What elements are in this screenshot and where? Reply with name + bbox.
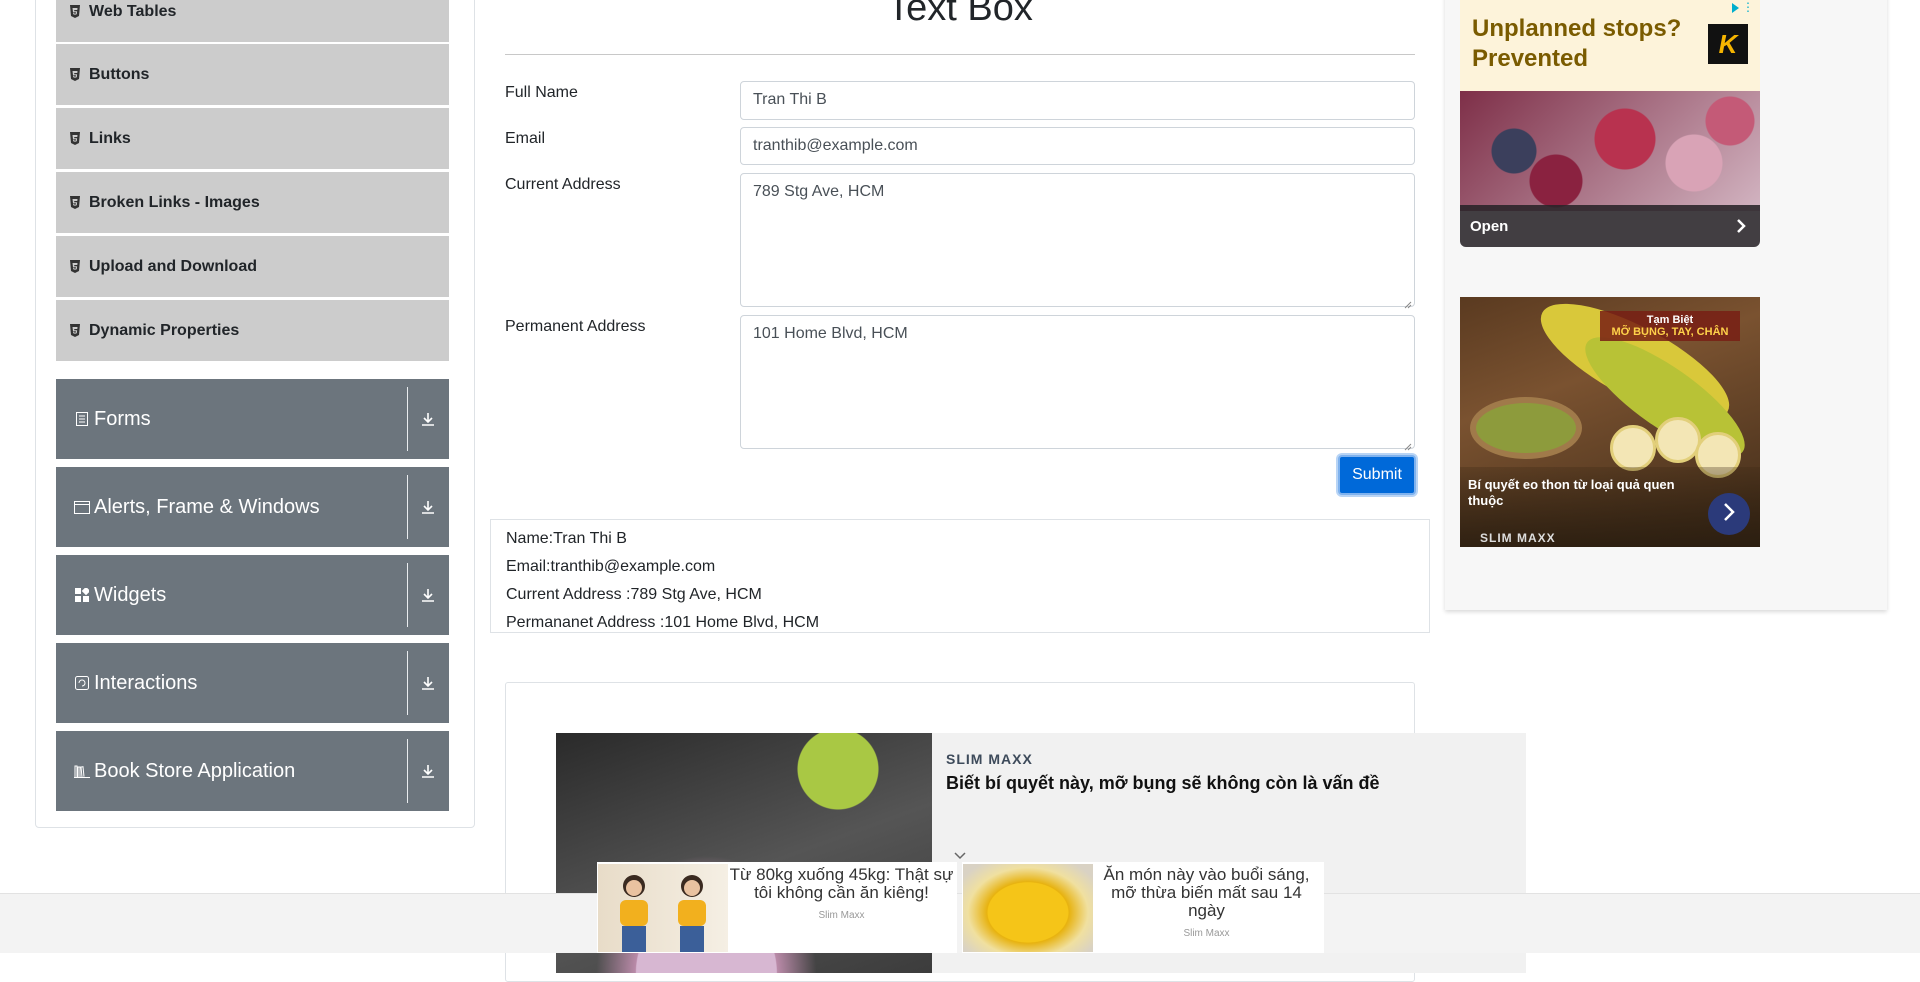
group-label: Widgets <box>94 583 167 606</box>
sidebar-item-label: Dynamic Properties <box>89 321 240 339</box>
download-icon[interactable] <box>418 497 438 517</box>
group-divider <box>407 651 408 715</box>
resize-handle-icon[interactable] <box>1404 296 1412 309</box>
more-options-icon[interactable]: ⋮ <box>1742 1 1754 13</box>
sidebar-group-interactions[interactable]: Interactions <box>56 643 449 723</box>
ad-image-corn <box>963 864 1093 952</box>
sidebar-item-broken-links[interactable]: Broken Links - Images <box>56 172 449 233</box>
group-divider <box>407 563 408 627</box>
sidebar-item-label: Broken Links - Images <box>89 193 260 211</box>
current-address-label: Current Address <box>505 176 621 193</box>
arrow-right-button[interactable] <box>1708 493 1750 535</box>
ad-header: Unplanned stops? Prevented K ⋮ <box>1460 0 1760 91</box>
ad-brand: SLIM MAXX <box>1480 531 1556 545</box>
bottom-ad-2[interactable]: Ăn món này vào buổi sáng, mỡ thừa biến m… <box>962 862 1324 953</box>
ad-brand: SLIM MAXX <box>946 751 1033 767</box>
html5-icon <box>70 324 80 337</box>
group-divider <box>407 739 408 803</box>
current-address-value: 789 Stg Ave, HCM <box>753 183 885 200</box>
title-divider <box>505 54 1415 55</box>
interactions-icon <box>74 675 90 691</box>
sidebar-group-widgets[interactable]: Widgets <box>56 555 449 635</box>
permanent-address-value: 101 Home Blvd, HCM <box>753 325 908 342</box>
permanent-address-label: Permanent Address <box>505 318 646 335</box>
group-label: Forms <box>94 407 151 430</box>
sidebar-group-alerts[interactable]: Alerts, Frame & Windows <box>56 467 449 547</box>
ad-text: Từ 80kg xuống 45kg: Thật sự tôi không cầ… <box>729 865 954 902</box>
chevron-right-icon <box>1736 218 1746 238</box>
window-icon <box>74 499 90 515</box>
group-label: Book Store Application <box>94 759 296 782</box>
sidebar-item-label: Buttons <box>89 65 150 83</box>
ad-source: Slim Maxx <box>818 910 865 921</box>
full-name-input[interactable]: Tran Thi B <box>740 81 1415 120</box>
full-name-label: Full Name <box>505 84 578 101</box>
output-permanent-address: Permananet Address :101 Home Blvd, HCM <box>506 614 820 631</box>
html5-icon <box>70 132 80 145</box>
sidebar-item-dynamic-properties[interactable]: Dynamic Properties <box>56 300 449 361</box>
group-divider <box>407 387 408 451</box>
ad-image-before-after <box>598 864 728 952</box>
download-icon[interactable] <box>418 409 438 429</box>
download-icon[interactable] <box>418 585 438 605</box>
group-label: Alerts, Frame & Windows <box>94 495 320 518</box>
chevron-right-icon <box>1722 502 1736 527</box>
ad-banner-top-right[interactable]: Unplanned stops? Prevented K ⋮ Open <box>1460 0 1760 247</box>
ad-tag: Tạm Biệt MỠ BỤNG, TAY, CHÂN <box>1600 311 1740 341</box>
form-icon <box>74 411 90 427</box>
widgets-icon <box>74 587 90 603</box>
output-email: Email:tranthib@example.com <box>506 558 716 575</box>
ad-caption: Bí quyết eo thon từ loại quả quen thuộc <box>1468 477 1675 508</box>
html5-icon <box>70 260 80 273</box>
current-address-textarea[interactable]: 789 Stg Ave, HCM <box>740 173 1415 309</box>
ad-text: Ăn món này vào buổi sáng, mỡ thừa biến m… <box>1103 865 1310 920</box>
chevron-down-icon[interactable] <box>954 848 966 860</box>
adchoices-icon[interactable] <box>1730 1 1740 19</box>
permanent-address-textarea[interactable]: 101 Home Blvd, HCM <box>740 315 1415 451</box>
sidebar-item-web-tables[interactable]: Web Tables <box>56 0 449 42</box>
brand-logo: K <box>1708 24 1748 64</box>
email-input[interactable]: tranthib@example.com <box>740 127 1415 165</box>
ad-source: Slim Maxx <box>1183 928 1230 939</box>
sidebar-group-forms[interactable]: Forms <box>56 379 449 459</box>
banana-slice <box>1610 425 1656 471</box>
ad-tag-line1: Tạm Biệt <box>1646 314 1694 326</box>
page-title: Text Box <box>887 0 1033 29</box>
output-panel: Name:Tran Thi B Email:tranthib@example.c… <box>490 519 1430 633</box>
bottom-sticky-ad-bar <box>0 893 1920 953</box>
books-icon <box>74 763 90 779</box>
sidebar-item-upload-download[interactable]: Upload and Download <box>56 236 449 297</box>
group-divider <box>407 475 408 539</box>
ad-cta-label: Open <box>1470 217 1509 235</box>
output-name: Name:Tran Thi B <box>506 530 627 547</box>
download-icon[interactable] <box>418 673 438 693</box>
html5-icon <box>70 5 80 18</box>
ad-banner-bananas[interactable]: Tạm Biệt MỠ BỤNG, TAY, CHÂN Bí quyết eo … <box>1460 297 1760 547</box>
download-icon[interactable] <box>418 761 438 781</box>
html5-icon <box>70 68 80 81</box>
submit-button[interactable]: Submit <box>1338 455 1416 495</box>
sidebar-item-label: Links <box>89 129 131 147</box>
ad-title: Biết bí quyết này, mỡ bụng sẽ không còn … <box>946 773 1380 793</box>
sidebar-group-book-store[interactable]: Book Store Application <box>56 731 449 811</box>
group-label: Interactions <box>94 671 198 694</box>
bottom-ad-1[interactable]: Từ 80kg xuống 45kg: Thật sự tôi không cầ… <box>597 862 957 953</box>
output-current-address: Current Address :789 Stg Ave, HCM <box>506 586 762 603</box>
matcha-bowl-image <box>1470 397 1582 459</box>
ad-headline: Unplanned stops? Prevented <box>1472 15 1682 72</box>
ad-image-berries <box>1460 91 1760 211</box>
ad-cta-bar[interactable]: Open <box>1460 205 1760 247</box>
resize-handle-icon[interactable] <box>1404 438 1412 451</box>
ad-tag-line2: MỠ BỤNG, TAY, CHÂN <box>1611 326 1729 338</box>
html5-icon <box>70 196 80 209</box>
sidebar-item-label: Upload and Download <box>89 257 257 275</box>
sidebar-item-label: Web Tables <box>89 2 177 20</box>
sidebar-item-buttons[interactable]: Buttons <box>56 44 449 105</box>
email-label: Email <box>505 130 546 147</box>
sidebar-item-links[interactable]: Links <box>56 108 449 169</box>
